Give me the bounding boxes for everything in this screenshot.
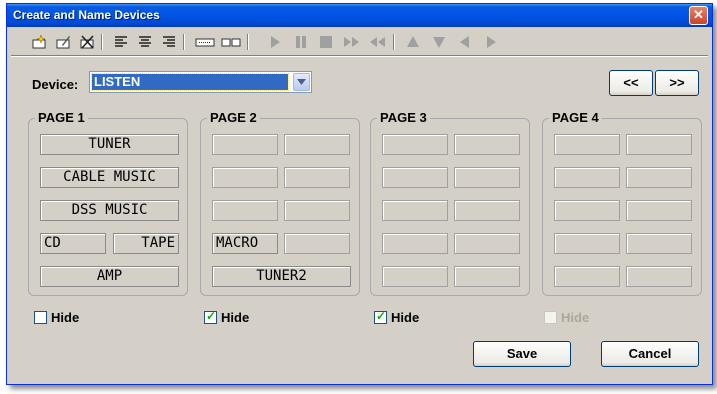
hide-label: Hide	[391, 310, 420, 325]
device-slot[interactable]: TUNER2	[212, 266, 351, 287]
pause-icon[interactable]	[291, 32, 311, 52]
new-device-icon[interactable]	[29, 32, 49, 52]
checkmark-icon: ✓	[376, 309, 387, 323]
device-slot[interactable]	[626, 266, 692, 287]
window-title: Create and Name Devices	[13, 8, 160, 22]
device-slot[interactable]	[284, 200, 350, 221]
device-slot[interactable]	[284, 134, 350, 155]
checkbox-unchecked[interactable]	[34, 311, 47, 324]
align-center-icon[interactable]	[135, 32, 155, 52]
device-slot[interactable]	[284, 167, 350, 188]
delete-device-icon[interactable]	[77, 32, 97, 52]
device-slot[interactable]	[212, 134, 278, 155]
device-selected-value: LISTEN	[91, 73, 289, 91]
checkmark-icon: ✓	[206, 309, 217, 323]
device-label: Device:	[32, 77, 79, 92]
page-2-title: PAGE 2	[207, 110, 260, 125]
device-slot[interactable]	[382, 266, 448, 287]
chevron-down-icon[interactable]	[293, 73, 310, 91]
page-1-group: PAGE 1 TUNER CABLE MUSIC DSS MUSIC CD TA…	[28, 110, 188, 296]
device-slot[interactable]	[626, 134, 692, 155]
device-slot[interactable]: TUNER	[40, 134, 179, 155]
device-slot[interactable]	[554, 200, 620, 221]
close-button[interactable]: ✕	[689, 6, 708, 25]
device-dropdown[interactable]: LISTEN	[89, 71, 312, 93]
device-slot[interactable]: CABLE MUSIC	[40, 167, 179, 188]
device-slot[interactable]	[554, 266, 620, 287]
fast-forward-icon[interactable]	[342, 32, 362, 52]
toolbar-separator	[393, 34, 395, 50]
device-slot[interactable]: TAPE	[113, 233, 179, 254]
device-slot[interactable]	[454, 167, 520, 188]
previous-device-button[interactable]: <<	[609, 70, 653, 96]
arrow-right-icon[interactable]	[481, 32, 501, 52]
dialog-window: Create and Name Devices ✕ Device: LISTEN…	[6, 3, 713, 385]
toolbar	[15, 32, 515, 54]
toolbar-separator	[101, 34, 103, 50]
page-1-title: PAGE 1	[35, 110, 88, 125]
page-4-title: PAGE 4	[549, 110, 602, 125]
device-slot[interactable]	[554, 134, 620, 155]
next-device-button[interactable]: >>	[655, 70, 699, 96]
device-slot[interactable]	[212, 200, 278, 221]
arrow-down-icon[interactable]	[429, 32, 449, 52]
toolbar-separator	[183, 34, 185, 50]
single-button-icon[interactable]	[195, 32, 215, 52]
device-slot[interactable]	[626, 233, 692, 254]
stop-icon[interactable]	[316, 32, 336, 52]
hide-label: Hide	[221, 310, 250, 325]
device-slot[interactable]	[454, 200, 520, 221]
align-left-icon[interactable]	[111, 32, 131, 52]
arrow-up-icon[interactable]	[403, 32, 423, 52]
device-slot[interactable]	[382, 200, 448, 221]
double-button-icon[interactable]	[221, 32, 241, 52]
cancel-button[interactable]: Cancel	[601, 341, 699, 367]
page-2-group: PAGE 2 MACRO TUNER2	[200, 110, 360, 296]
rewind-icon[interactable]	[368, 32, 388, 52]
rename-device-icon[interactable]	[53, 32, 73, 52]
device-slot[interactable]: CD	[40, 233, 106, 254]
device-slot[interactable]	[454, 266, 520, 287]
toolbar-divider	[11, 55, 708, 57]
device-slot[interactable]	[382, 167, 448, 188]
device-slot[interactable]: MACRO	[212, 233, 278, 254]
checkbox-checked[interactable]: ✓	[204, 309, 217, 324]
toolbar-separator	[247, 34, 249, 50]
hide-label: Hide	[51, 310, 80, 325]
hide-label: Hide	[561, 310, 590, 325]
device-slot[interactable]	[626, 167, 692, 188]
arrow-left-icon[interactable]	[455, 32, 475, 52]
checkbox-disabled[interactable]	[544, 311, 557, 324]
align-right-icon[interactable]	[159, 32, 179, 52]
device-slot[interactable]	[554, 233, 620, 254]
device-slot[interactable]	[284, 233, 350, 254]
device-slot[interactable]	[554, 167, 620, 188]
device-slot[interactable]	[454, 233, 520, 254]
device-slot[interactable]	[626, 200, 692, 221]
device-slot[interactable]	[212, 167, 278, 188]
page-4-group: PAGE 4	[542, 110, 702, 296]
page-3-title: PAGE 3	[377, 110, 430, 125]
save-button[interactable]: Save	[473, 341, 571, 367]
title-bar[interactable]: Create and Name Devices ✕	[7, 4, 712, 27]
device-slot[interactable]: AMP	[40, 266, 179, 287]
checkbox-checked[interactable]: ✓	[374, 309, 387, 324]
device-slot[interactable]	[382, 134, 448, 155]
page-3-group: PAGE 3	[370, 110, 530, 296]
play-icon[interactable]	[265, 32, 285, 52]
device-slot[interactable]	[454, 134, 520, 155]
device-slot[interactable]	[382, 233, 448, 254]
device-slot[interactable]: DSS MUSIC	[40, 200, 179, 221]
